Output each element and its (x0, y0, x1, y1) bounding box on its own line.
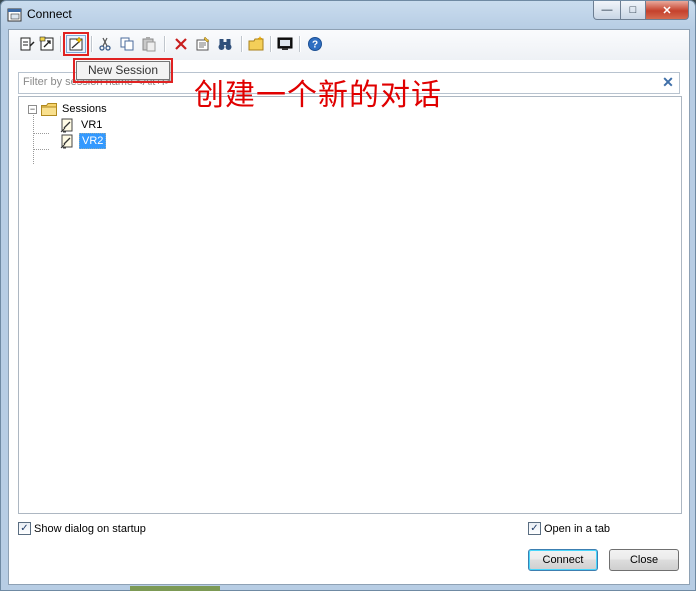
toolbar-separator (91, 36, 93, 52)
dialog-client-area: ? New Session 创建一个新的对话 ✕ − Sessions (8, 29, 690, 585)
tree-label: VR1 (81, 119, 103, 131)
tree-label-selected: VR2 (79, 133, 107, 149)
new-folder-button[interactable] (246, 35, 266, 53)
new-session-icon (69, 36, 83, 51)
checkbox-label: Show dialog on startup (34, 522, 146, 535)
minimize-button[interactable]: — (593, 1, 621, 20)
annotation-text: 创建一个新的对话 (194, 78, 442, 113)
cut-button[interactable] (95, 35, 115, 53)
tree-label: Sessions (62, 103, 107, 115)
tree-line (33, 149, 49, 150)
window-title: Connect (27, 7, 72, 21)
delete-icon (175, 38, 187, 50)
new-session-button[interactable] (63, 32, 89, 56)
checkbox-label: Open in a tab (544, 522, 611, 535)
clear-filter-icon[interactable]: ✕ (661, 75, 675, 89)
copy-icon (120, 37, 134, 51)
tree-node-sessions[interactable]: − Sessions (28, 101, 109, 117)
find-button[interactable] (215, 35, 235, 53)
close-button[interactable]: Close (609, 549, 679, 571)
toolbar-separator (299, 36, 301, 52)
tree-line (33, 113, 34, 164)
session-icon (60, 134, 73, 149)
copy-button[interactable] (117, 35, 137, 53)
connect-button[interactable]: Connect (528, 549, 598, 571)
tree-item-vr1[interactable]: VR1 (60, 117, 104, 133)
connect-in-tab-button[interactable] (37, 35, 57, 53)
new-folder-icon (248, 36, 264, 51)
help-icon: ? (308, 37, 322, 51)
toolbar-separator (241, 36, 243, 52)
properties-button[interactable] (193, 35, 213, 53)
toolbar: ? (9, 30, 689, 60)
help-button[interactable]: ? (305, 35, 325, 53)
toolbar-separator (60, 36, 62, 52)
toolbar-separator (164, 36, 166, 52)
title-bar[interactable]: Connect — □ ✕ (1, 1, 695, 29)
caption-buttons: — □ ✕ (593, 1, 689, 21)
show-dialog-on-startup-checkbox[interactable]: ✓ Show dialog on startup (18, 522, 146, 535)
monitor-icon (277, 37, 293, 50)
svg-text:?: ? (312, 40, 318, 51)
connect-tab-icon (39, 36, 54, 51)
tree-item-vr2[interactable]: VR2 (60, 133, 107, 149)
connect-dialog: Connect — □ ✕ ? New Session 创建一个新的对话 Fil… (0, 0, 696, 591)
folder-icon (41, 102, 57, 116)
properties-icon (196, 36, 210, 51)
checkbox-box[interactable]: ✓ (528, 522, 541, 535)
scissors-icon (99, 37, 111, 51)
checkbox-box[interactable]: ✓ (18, 522, 31, 535)
paste-icon (142, 37, 156, 52)
app-icon (7, 7, 23, 23)
binoculars-icon (218, 39, 232, 50)
new-session-tooltip: New Session (73, 58, 173, 83)
window-close-button[interactable]: ✕ (646, 1, 689, 20)
desktop-shortcut-button[interactable] (275, 35, 295, 53)
quick-connect-icon (20, 37, 35, 51)
background-taskbar-fragment (130, 586, 220, 591)
paste-button[interactable] (139, 35, 159, 53)
quick-connect-button[interactable] (17, 35, 37, 53)
dialog-footer: ✓ Show dialog on startup ✓ Open in a tab… (9, 516, 689, 584)
session-icon (60, 118, 73, 133)
session-tree: − Sessions VR1 VR2 (18, 96, 682, 514)
open-in-tab-checkbox[interactable]: ✓ Open in a tab (528, 522, 610, 535)
maximize-button[interactable]: □ (621, 1, 646, 20)
toolbar-separator (270, 36, 272, 52)
collapse-toggle[interactable]: − (28, 104, 37, 114)
tree-line (33, 133, 49, 134)
delete-button[interactable] (171, 35, 191, 53)
